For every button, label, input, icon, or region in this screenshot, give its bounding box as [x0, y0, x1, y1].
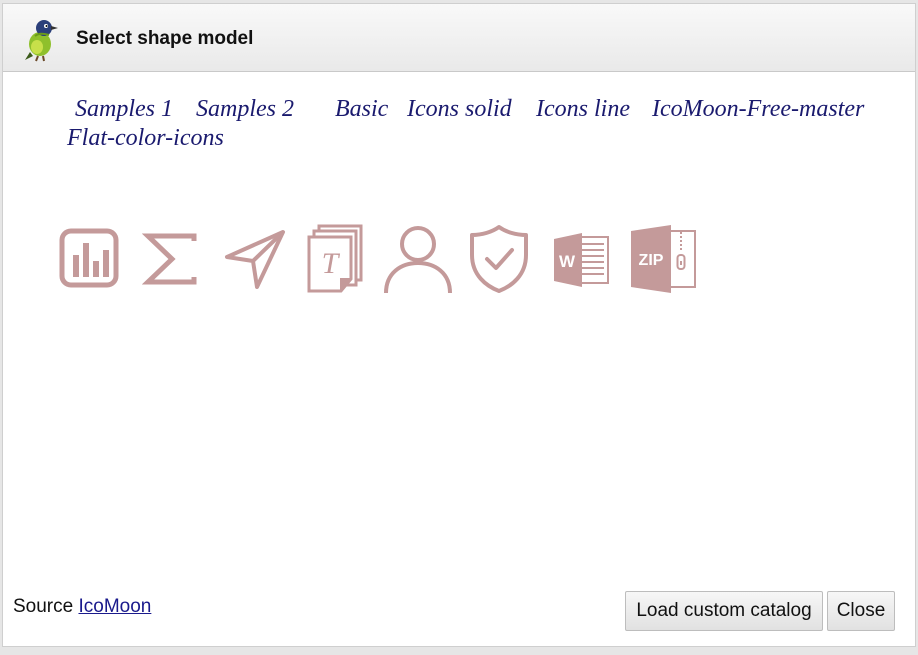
- paper-plane-icon[interactable]: [223, 227, 287, 291]
- shape-icon-grid: T W ZIP: [3, 219, 915, 299]
- svg-text:T: T: [322, 247, 341, 280]
- tab-icomoon-free-master[interactable]: IcoMoon-Free-master: [652, 94, 864, 124]
- select-shape-dialog: Select shape model Samples 1 Samples 2 B…: [2, 3, 916, 647]
- stats-bars-icon[interactable]: [58, 227, 120, 289]
- tab-icons-line[interactable]: Icons line: [536, 94, 630, 124]
- source-credit: Source IcoMoon: [13, 596, 151, 618]
- icomoon-link[interactable]: IcoMoon: [78, 596, 151, 617]
- tab-samples-1[interactable]: Samples 1: [75, 94, 173, 124]
- tab-flat-color-icons[interactable]: Flat-color-icons: [67, 123, 224, 153]
- sigma-icon[interactable]: [142, 233, 200, 285]
- bird-logo-icon: [21, 14, 61, 62]
- tab-basic[interactable]: Basic: [335, 94, 388, 124]
- svg-text:W: W: [559, 252, 576, 271]
- dialog-titlebar: Select shape model: [3, 4, 915, 72]
- close-button[interactable]: Close: [827, 591, 895, 631]
- load-custom-catalog-button[interactable]: Load custom catalog: [625, 591, 823, 631]
- tab-samples-2[interactable]: Samples 2: [196, 94, 294, 124]
- source-label: Source: [13, 596, 74, 617]
- tab-icons-solid[interactable]: Icons solid: [407, 94, 512, 124]
- zip-file-icon[interactable]: ZIP: [629, 225, 699, 295]
- svg-text:ZIP: ZIP: [639, 252, 664, 269]
- shield-check-icon[interactable]: [468, 223, 530, 295]
- user-icon[interactable]: [381, 223, 455, 297]
- dialog-title: Select shape model: [76, 28, 254, 49]
- word-file-icon[interactable]: W: [552, 233, 612, 287]
- text-document-icon[interactable]: T: [305, 223, 365, 295]
